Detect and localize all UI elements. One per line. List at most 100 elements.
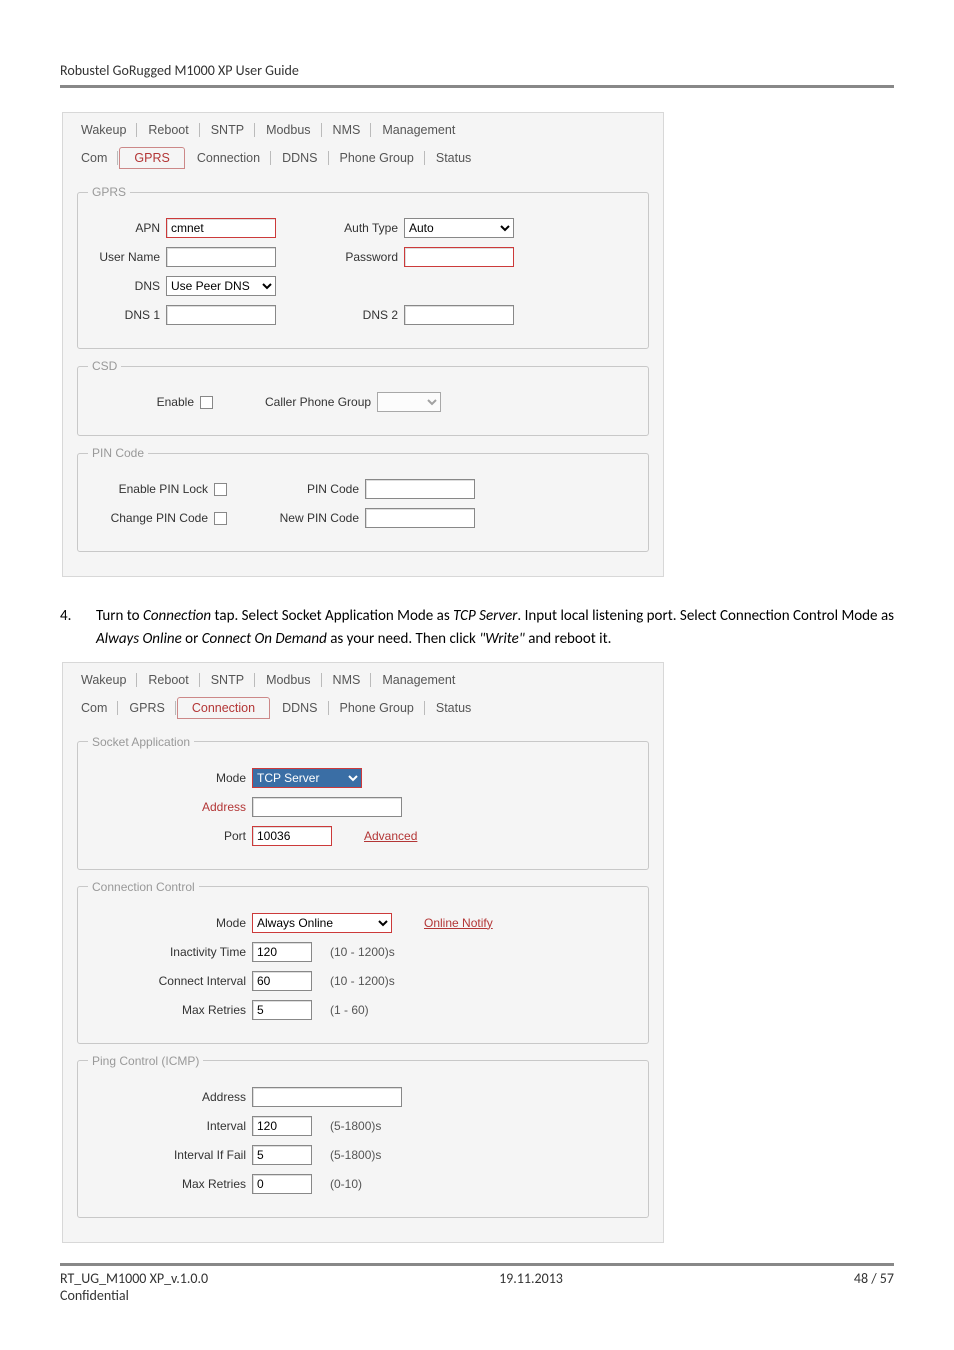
hint-ping-intfail: (5-1800)s: [330, 1148, 381, 1162]
header-rule: [60, 85, 894, 88]
footer-left: RT_UG_M1000 XP_v.1.0.0: [60, 1270, 208, 1287]
label-sa-mode: Mode: [88, 771, 246, 785]
select-sa-mode[interactable]: TCP Server: [252, 768, 362, 788]
input-password[interactable]: [404, 247, 514, 267]
label-dns1: DNS 1: [88, 308, 160, 322]
select-authtype[interactable]: Auto: [404, 218, 514, 238]
label-change-pincode: Change PIN Code: [88, 511, 208, 525]
screenshot-gprs: Wakeup Reboot SNTP Modbus NMS Management…: [62, 112, 664, 577]
label-enable-pinlock: Enable PIN Lock: [88, 482, 208, 496]
label-sa-address: Address: [88, 800, 246, 814]
label-dns: DNS: [88, 279, 160, 293]
label-connint: Connect Interval: [88, 974, 246, 988]
tab2-phonegroup[interactable]: Phone Group: [330, 697, 424, 719]
label-username: User Name: [88, 250, 160, 264]
input-sa-port[interactable]: [252, 826, 332, 846]
step-4-text: 4. Turn to Connection tap. Select Socket…: [60, 605, 894, 652]
tab-com[interactable]: Com: [71, 147, 117, 169]
label-pincode: PIN Code: [279, 482, 359, 496]
hint-ping-maxretries: (0-10): [330, 1177, 362, 1191]
tab2-status[interactable]: Status: [426, 697, 481, 719]
label-cc-mode: Mode: [88, 916, 246, 930]
group-csd: CSD Enable Caller Phone Group: [77, 359, 649, 436]
input-username[interactable]: [166, 247, 276, 267]
tab2-modbus[interactable]: Modbus: [256, 669, 320, 691]
label-ping-intfail: Interval If Fail: [88, 1148, 246, 1162]
input-cc-maxretries[interactable]: [252, 1000, 312, 1020]
hint-cc-maxretries: (1 - 60): [330, 1003, 369, 1017]
tab-wakeup[interactable]: Wakeup: [71, 119, 136, 141]
group-gprs: GPRS APN Auth Type Auto User Name Passwo…: [77, 185, 649, 349]
tabs-row-top: Wakeup Reboot SNTP Modbus NMS Management: [63, 113, 663, 141]
doc-title: Robustel GoRugged M1000 XP User Guide: [60, 62, 894, 79]
tab2-com[interactable]: Com: [71, 697, 117, 719]
hint-connint: (10 - 1200)s: [330, 974, 395, 988]
legend-socket-app: Socket Application: [88, 735, 194, 749]
tab2-sntp[interactable]: SNTP: [201, 669, 254, 691]
legend-csd: CSD: [88, 359, 121, 373]
input-ping-address[interactable]: [252, 1087, 402, 1107]
label-password: Password: [328, 250, 398, 264]
tab-sntp[interactable]: SNTP: [201, 119, 254, 141]
link-advanced[interactable]: Advanced: [364, 829, 417, 843]
group-connection-control: Connection Control Mode Always Online On…: [77, 880, 649, 1044]
footer-confidential: Confidential: [60, 1287, 894, 1304]
tab2-connection[interactable]: Connection: [177, 697, 270, 719]
select-cc-mode[interactable]: Always Online: [252, 913, 392, 933]
checkbox-enable-pinlock[interactable]: [214, 483, 227, 496]
input-connint[interactable]: [252, 971, 312, 991]
legend-ping-control: Ping Control (ICMP): [88, 1054, 203, 1068]
tabs2-row-bottom: Com GPRS Connection DDNS Phone Group Sta…: [63, 691, 663, 719]
group-ping-control: Ping Control (ICMP) Address Interval (5-…: [77, 1054, 649, 1218]
input-ping-interval[interactable]: [252, 1116, 312, 1136]
tab2-reboot[interactable]: Reboot: [138, 669, 198, 691]
label-authtype: Auth Type: [328, 221, 398, 235]
tab2-nms[interactable]: NMS: [323, 669, 371, 691]
link-online-notify[interactable]: Online Notify: [424, 916, 493, 930]
checkbox-csd-enable[interactable]: [200, 396, 213, 409]
tab2-gprs[interactable]: GPRS: [119, 697, 174, 719]
label-new-pincode: New PIN Code: [259, 511, 359, 525]
hint-ping-interval: (5-1800)s: [330, 1119, 381, 1133]
input-dns1[interactable]: [166, 305, 276, 325]
page-footer: RT_UG_M1000 XP_v.1.0.0 19.11.2013 48 / 5…: [60, 1263, 894, 1304]
tabs-row-bottom: Com GPRS Connection DDNS Phone Group Sta…: [63, 141, 663, 169]
footer-mid: 19.11.2013: [499, 1270, 563, 1287]
tab-management[interactable]: Management: [372, 119, 465, 141]
tab-ddns[interactable]: DDNS: [272, 147, 327, 169]
group-socket-app: Socket Application Mode TCP Server Addre…: [77, 735, 649, 870]
tab-reboot[interactable]: Reboot: [138, 119, 198, 141]
input-apn[interactable]: [166, 218, 276, 238]
tab-modbus[interactable]: Modbus: [256, 119, 320, 141]
label-cc-maxretries: Max Retries: [88, 1003, 246, 1017]
legend-connection-control: Connection Control: [88, 880, 199, 894]
tab2-management[interactable]: Management: [372, 669, 465, 691]
label-dns2: DNS 2: [328, 308, 398, 322]
input-ping-maxretries[interactable]: [252, 1174, 312, 1194]
input-inactivity[interactable]: [252, 942, 312, 962]
tab-phonegroup[interactable]: Phone Group: [330, 147, 424, 169]
tab-nms[interactable]: NMS: [323, 119, 371, 141]
select-dns[interactable]: Use Peer DNS: [166, 276, 276, 296]
input-ping-intfail[interactable]: [252, 1145, 312, 1165]
hint-inactivity: (10 - 1200)s: [330, 945, 395, 959]
input-sa-address[interactable]: [252, 797, 402, 817]
select-caller-group[interactable]: [377, 392, 441, 412]
tab-connection[interactable]: Connection: [187, 147, 270, 169]
group-pincode: PIN Code Enable PIN Lock PIN Code Change…: [77, 446, 649, 552]
tab-status[interactable]: Status: [426, 147, 481, 169]
label-ping-interval: Interval: [88, 1119, 246, 1133]
input-dns2[interactable]: [404, 305, 514, 325]
tab-gprs[interactable]: GPRS: [119, 147, 184, 169]
label-csd-enable: Enable: [88, 395, 194, 409]
label-sa-port: Port: [88, 829, 246, 843]
footer-right: 48 / 57: [854, 1270, 894, 1287]
tabs2-row-top: Wakeup Reboot SNTP Modbus NMS Management: [63, 663, 663, 691]
input-new-pincode[interactable]: [365, 508, 475, 528]
tab2-ddns[interactable]: DDNS: [272, 697, 327, 719]
step-4-number: 4.: [60, 605, 78, 652]
tab2-wakeup[interactable]: Wakeup: [71, 669, 136, 691]
legend-gprs: GPRS: [88, 185, 130, 199]
checkbox-change-pincode[interactable]: [214, 512, 227, 525]
input-pincode[interactable]: [365, 479, 475, 499]
